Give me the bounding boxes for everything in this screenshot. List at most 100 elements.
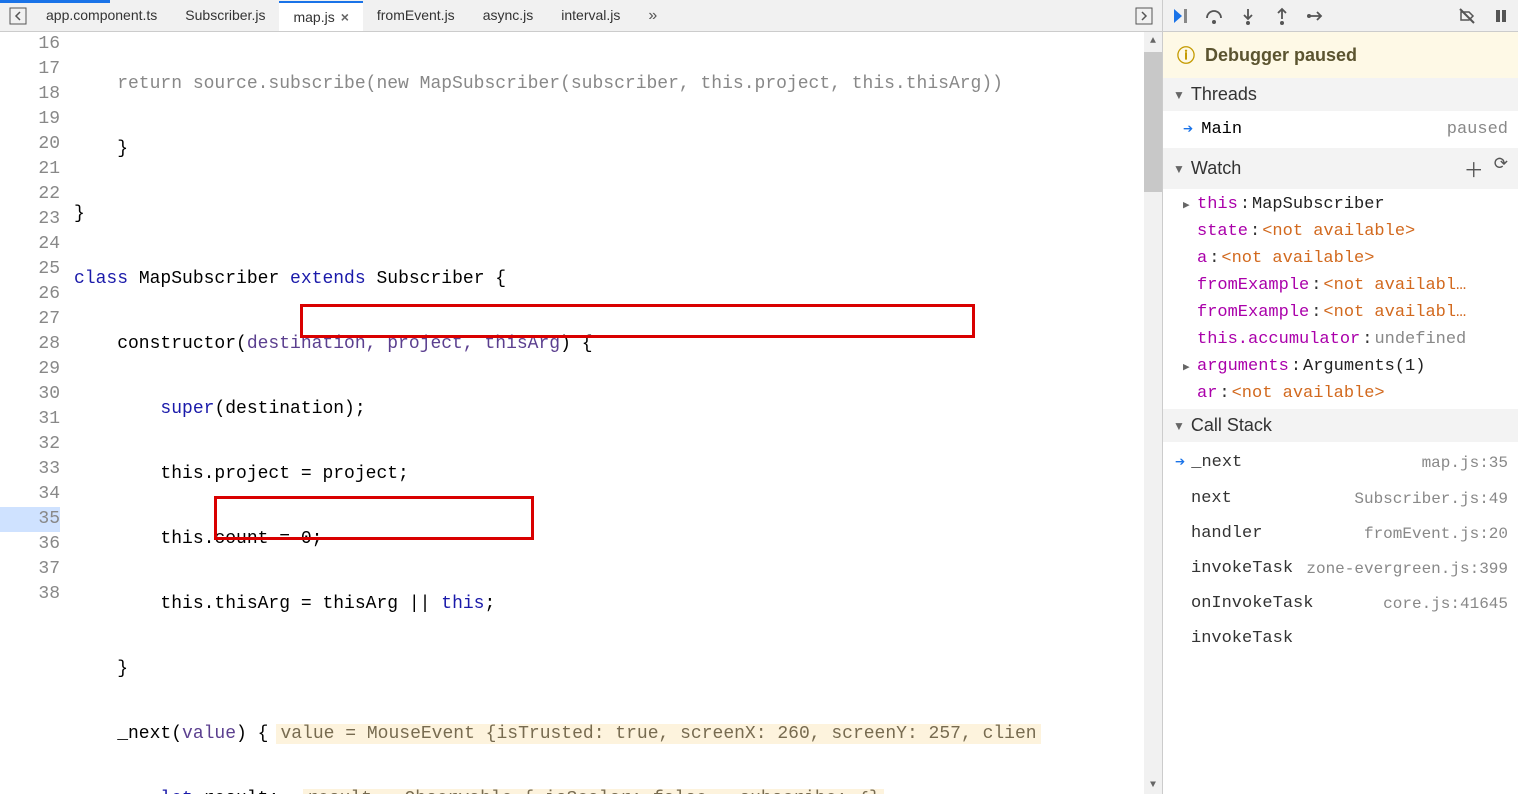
watch-row[interactable]: ▶arguments: Arguments(1) <box>1163 353 1518 380</box>
stack-location: core.js:41645 <box>1383 595 1508 613</box>
line-number: 20 <box>0 132 60 157</box>
thread-status: paused <box>1447 120 1508 139</box>
code-lines[interactable]: return source.subscribe(new MapSubscribe… <box>70 32 1144 794</box>
code-line: } <box>70 202 1144 227</box>
scrollbar-thumb[interactable] <box>1144 52 1162 192</box>
line-number: 25 <box>0 257 60 282</box>
watch-expression-name: this <box>1197 195 1238 214</box>
watch-row[interactable]: this.accumulator: undefined <box>1163 326 1518 353</box>
stack-function-name: next <box>1191 489 1232 508</box>
debug-toolbar <box>1163 0 1518 32</box>
code-line: this.project = project; <box>70 462 1144 487</box>
line-number: 23 <box>0 207 60 232</box>
tab-Subscriber-js[interactable]: Subscriber.js <box>171 1 279 31</box>
line-number: 36 <box>0 532 60 557</box>
debugger-paused-label: Debugger paused <box>1205 45 1357 66</box>
watch-expression-value: <not availabl… <box>1323 276 1466 295</box>
stack-function-name: handler <box>1191 524 1262 543</box>
tab-map-js[interactable]: map.js× <box>279 1 362 31</box>
stack-location: fromEvent.js:20 <box>1364 525 1508 543</box>
stack-function-name: invokeTask <box>1191 629 1293 648</box>
watch-row[interactable]: ▶this: MapSubscriber <box>1163 191 1518 218</box>
callstack-panel: ➔_nextmap.js:35nextSubscriber.js:49handl… <box>1163 442 1518 658</box>
callstack-frame[interactable]: invokeTaskzone-evergreen.js:399 <box>1163 551 1518 586</box>
stack-location: map.js:35 <box>1422 454 1508 472</box>
line-number: 27 <box>0 307 60 332</box>
scroll-down-icon[interactable]: ▼ <box>1144 776 1162 794</box>
line-number: 29 <box>0 357 60 382</box>
watch-expression-value: MapSubscriber <box>1252 195 1385 214</box>
threads-panel-header[interactable]: ▼ Threads <box>1163 78 1518 111</box>
line-number: 32 <box>0 432 60 457</box>
watch-row[interactable]: a: <not available> <box>1163 245 1518 272</box>
line-number: 28 <box>0 332 60 357</box>
watch-row[interactable]: fromExample: <not availabl… <box>1163 272 1518 299</box>
step-into-button[interactable] <box>1237 5 1259 27</box>
add-watch-icon[interactable]: ＋ <box>1464 154 1484 183</box>
line-number: 31 <box>0 407 60 432</box>
watch-expression-name: ar <box>1197 384 1217 403</box>
chevron-down-icon: ▼ <box>1173 88 1185 102</box>
line-number: 30 <box>0 382 60 407</box>
code-line: } <box>70 657 1144 682</box>
step-over-button[interactable] <box>1203 5 1225 27</box>
watch-row[interactable]: fromExample: <not availabl… <box>1163 299 1518 326</box>
callstack-label: Call Stack <box>1191 415 1272 436</box>
callstack-frame[interactable]: ➔_nextmap.js:35 <box>1163 444 1518 481</box>
callstack-frame[interactable]: handler fromEvent.js:20 <box>1163 516 1518 551</box>
tab-interval-js[interactable]: interval.js <box>547 1 634 31</box>
current-thread-icon: ➔ <box>1183 119 1193 140</box>
tab-async-js[interactable]: async.js <box>469 1 548 31</box>
line-number: 35 <box>0 507 60 532</box>
tab-app-component-ts[interactable]: app.component.ts <box>32 1 171 31</box>
watch-row[interactable]: state: <not available> <box>1163 218 1518 245</box>
watch-panel-header[interactable]: ▼ Watch ＋ ⟳ <box>1163 148 1518 189</box>
tab-bar: app.component.tsSubscriber.jsmap.js×from… <box>0 0 1162 32</box>
info-icon: ⓘ <box>1177 42 1195 68</box>
line-number: 37 <box>0 557 60 582</box>
stack-function-name: onInvokeTask <box>1191 594 1313 613</box>
line-number: 38 <box>0 582 60 607</box>
line-number: 18 <box>0 82 60 107</box>
tab-close-icon[interactable]: × <box>341 9 349 25</box>
callstack-frame[interactable]: invokeTask <box>1163 621 1518 656</box>
callstack-frame[interactable]: nextSubscriber.js:49 <box>1163 481 1518 516</box>
line-number: 34 <box>0 482 60 507</box>
debugger-paused-banner: ⓘ Debugger paused <box>1163 32 1518 78</box>
tab-history-back-icon[interactable] <box>4 2 32 30</box>
vertical-scrollbar[interactable]: ▲ ▼ <box>1144 32 1162 794</box>
watch-expression-value: <not available> <box>1262 222 1415 241</box>
tab-toggle-icon[interactable] <box>1130 2 1158 30</box>
line-number: 22 <box>0 182 60 207</box>
watch-row[interactable]: ar: <not available> <box>1163 380 1518 407</box>
thread-row-main[interactable]: ➔ Main paused <box>1163 113 1518 146</box>
callstack-frame[interactable]: onInvokeTask core.js:41645 <box>1163 586 1518 621</box>
line-number: 21 <box>0 157 60 182</box>
resume-button[interactable] <box>1169 5 1191 27</box>
code-line: _next(value) {value = MouseEvent {isTrus… <box>70 722 1144 747</box>
code-line: super(destination); <box>70 397 1144 422</box>
line-number: 26 <box>0 282 60 307</box>
code-line: } <box>70 137 1144 162</box>
inline-value-hint: value = MouseEvent {isTrusted: true, scr… <box>276 724 1040 744</box>
code-line: let result;result = Observable {_isScala… <box>70 787 1144 794</box>
current-frame-icon: ➔ <box>1175 452 1185 473</box>
threads-label: Threads <box>1191 84 1257 105</box>
callstack-panel-header[interactable]: ▼ Call Stack <box>1163 409 1518 442</box>
tab-fromEvent-js[interactable]: fromEvent.js <box>363 1 469 31</box>
inline-value-hint: result = Observable {_isScalar: false, _… <box>303 789 884 794</box>
watch-label: Watch <box>1191 158 1241 179</box>
step-out-button[interactable] <box>1271 5 1293 27</box>
watch-expression-name: a <box>1197 249 1207 268</box>
tabs-overflow-icon[interactable]: » <box>634 1 671 31</box>
debugger-sidebar: ⓘ Debugger paused ▼ Threads ➔ Main pause… <box>1163 0 1518 794</box>
threads-panel: ➔ Main paused <box>1163 111 1518 148</box>
deactivate-breakpoints-button[interactable] <box>1456 5 1478 27</box>
scroll-up-icon[interactable]: ▲ <box>1144 32 1162 50</box>
line-number: 33 <box>0 457 60 482</box>
code-area[interactable]: 1617181920212223242526272829303132333435… <box>0 32 1162 794</box>
refresh-watch-icon[interactable]: ⟳ <box>1494 154 1508 183</box>
code-line: this.thisArg = thisArg || this; <box>70 592 1144 617</box>
step-button[interactable] <box>1305 5 1327 27</box>
pause-exceptions-button[interactable] <box>1490 5 1512 27</box>
